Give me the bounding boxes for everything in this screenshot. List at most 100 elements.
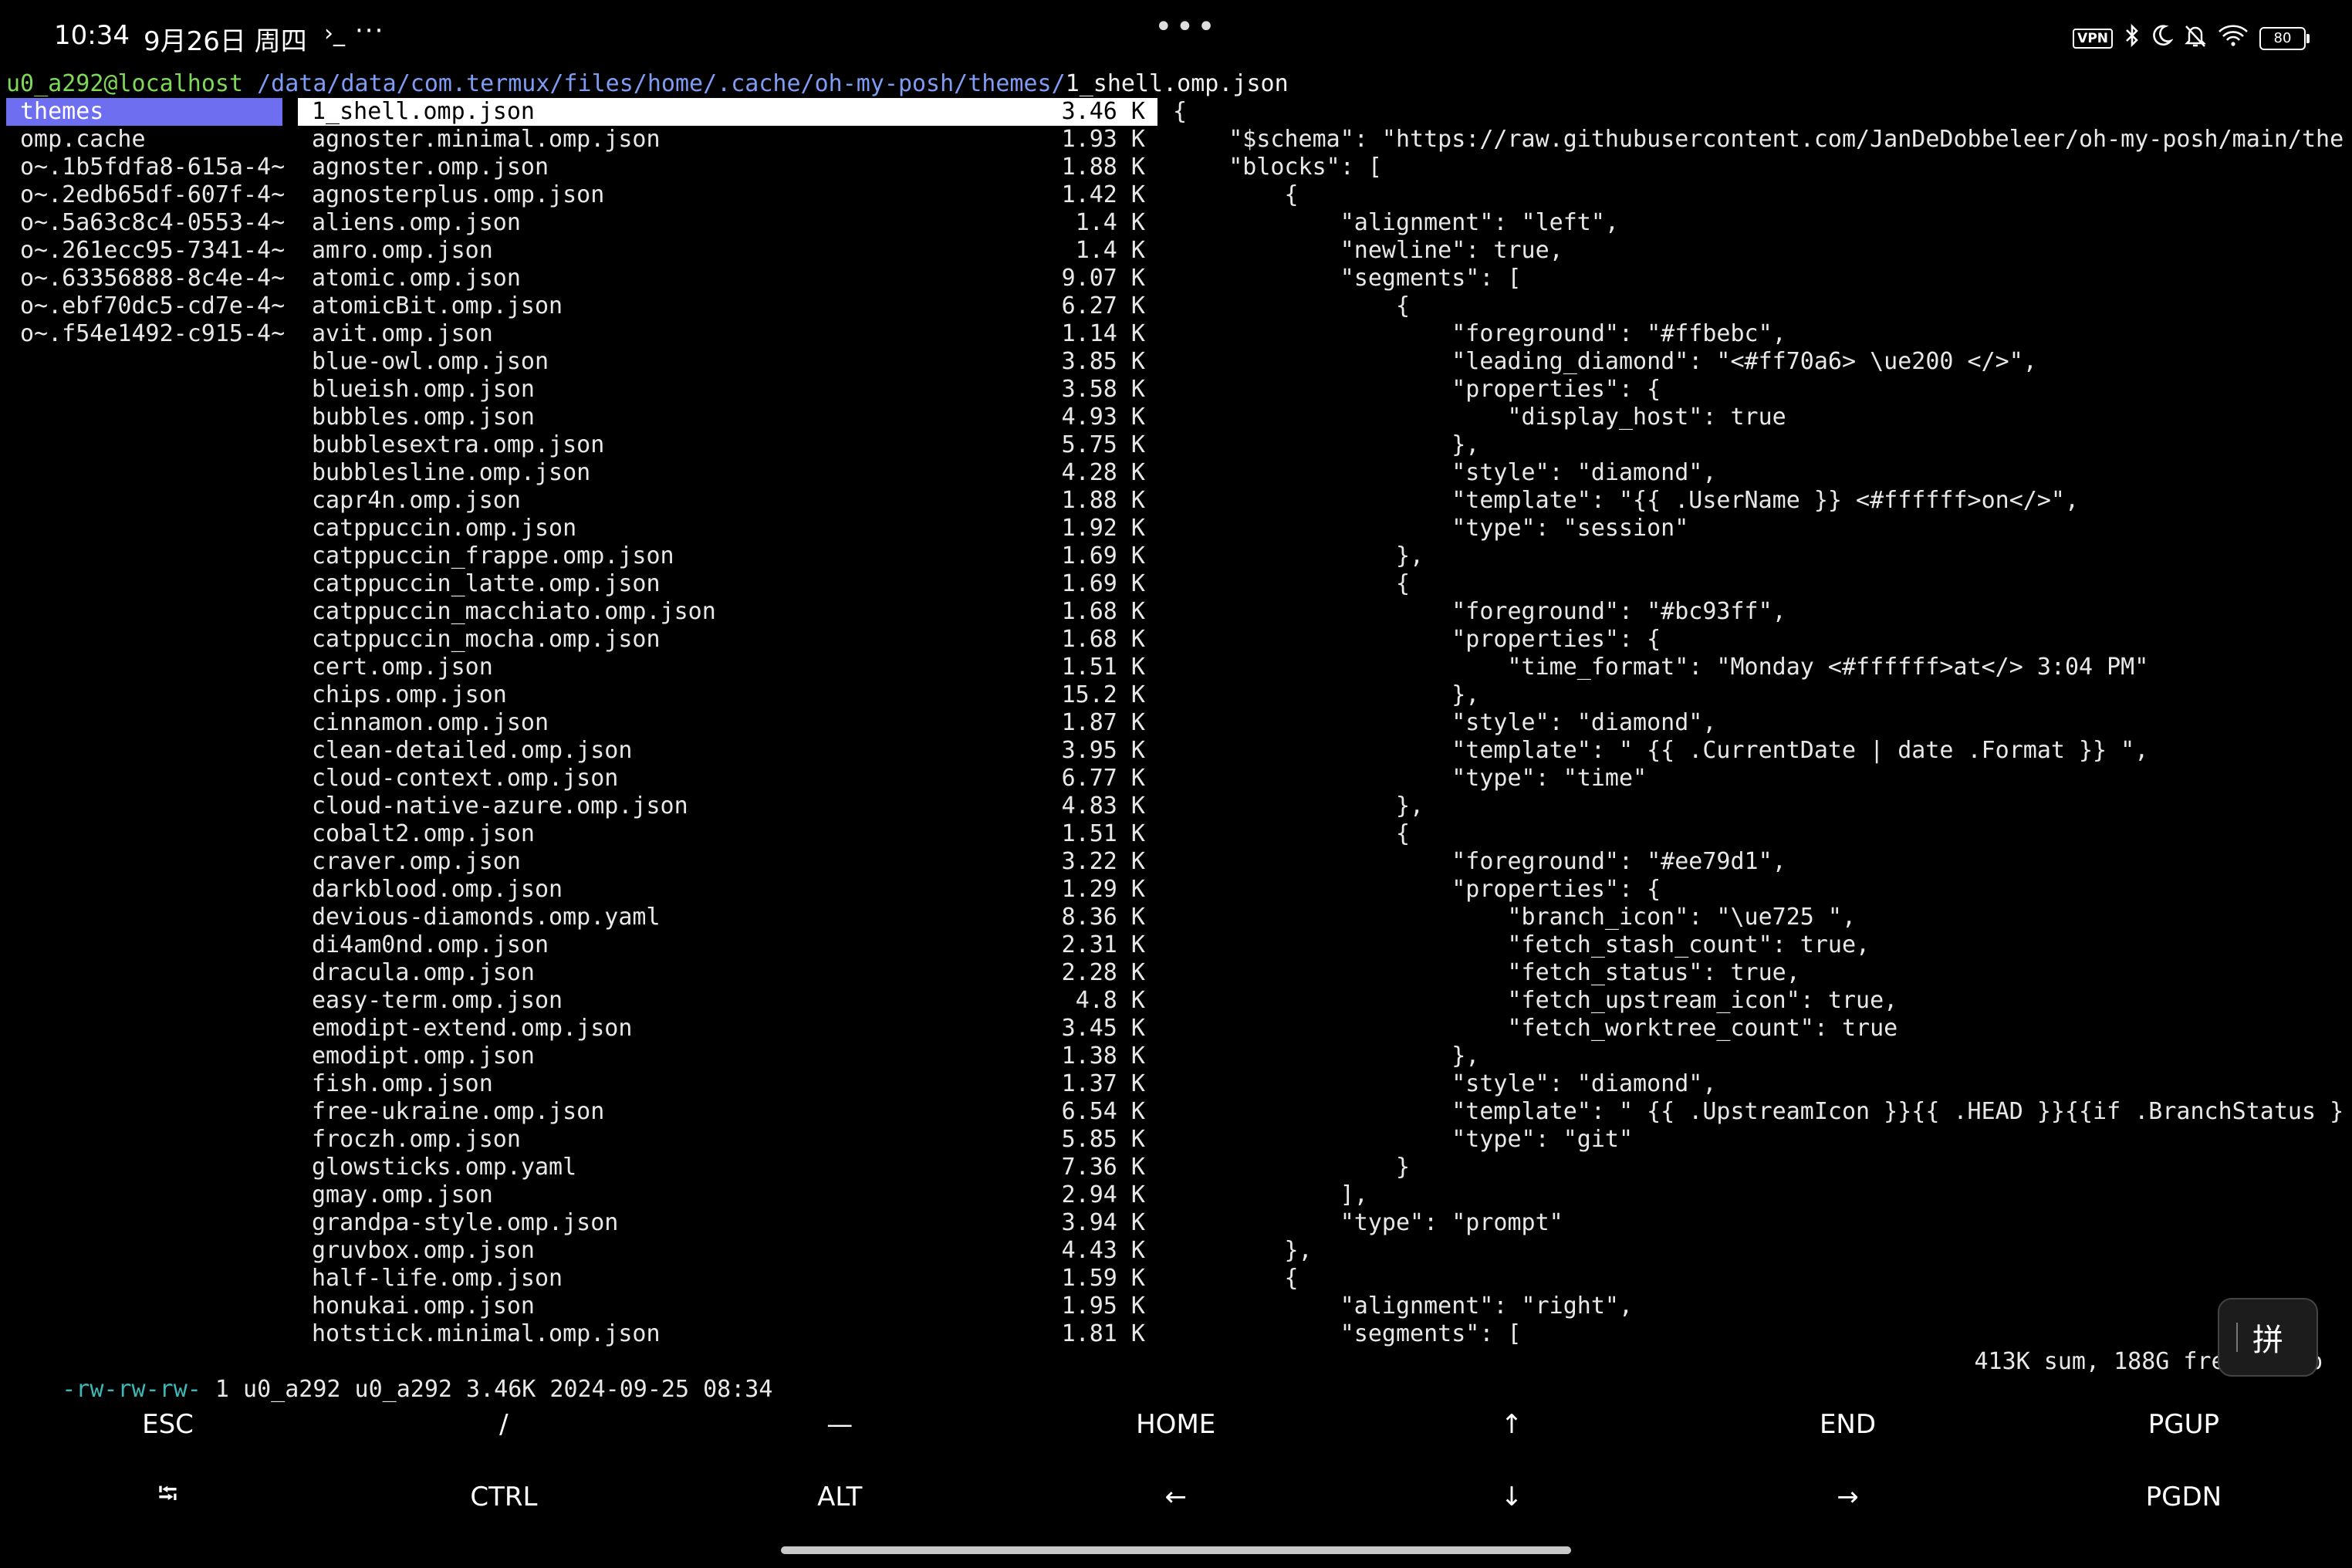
arrow-up-key[interactable]: ↑ [1344,1389,1680,1460]
file-row[interactable]: catppuccin.omp.json 1.92 K [298,515,1157,542]
file-row[interactable]: devious-diamonds.omp.yaml 8.36 K [298,904,1157,931]
parent-item[interactable]: o~.63356888-8c4e-4~ [6,265,285,292]
parent-item[interactable]: o~.f54e1492-c915-4~ [6,320,285,348]
file-name: darkblood.omp.json [312,876,563,903]
terminal-view[interactable]: u0_a292@localhost /data/data/com.termux/… [0,70,2352,1403]
file-row[interactable]: bubblesline.omp.json 4.28 K [298,459,1157,487]
file-row[interactable]: atomicBit.omp.json 6.27 K [298,292,1157,320]
file-size: 1.51 K [1061,654,1145,681]
file-row[interactable]: agnoster.minimal.omp.json 1.93 K [298,126,1157,154]
parent-item[interactable]: o~.5a63c8c4-0553-4~ [6,209,285,237]
file-row[interactable]: cobalt2.omp.json 1.51 K [298,820,1157,848]
file-row[interactable]: bubbles.omp.json 4.93 K [298,404,1157,431]
parent-item[interactable]: o~.1b5fdfa8-615a-4~ [6,154,285,181]
preview-line: "type": "session" [1173,515,1689,542]
parent-item[interactable]: o~.ebf70dc5-cd7e-4~ [6,292,285,320]
file-row[interactable]: cinnamon.omp.json 1.87 K [298,709,1157,737]
file-row[interactable]: cert.omp.json 1.51 K [298,654,1157,681]
window-handle-dots[interactable]: ••• [1154,9,1218,45]
home-key[interactable]: HOME [1008,1389,1343,1460]
preview-line: "style": "diamond", [1173,709,1717,736]
file-row[interactable]: craver.omp.json 3.22 K [298,848,1157,876]
date: 9月26日 周四 [144,26,307,57]
file-row[interactable]: atomic.omp.json 9.07 K [298,265,1157,292]
file-name: glowsticks.omp.yaml [312,1154,577,1181]
file-row[interactable]: emodipt.omp.json 1.38 K [298,1043,1157,1070]
file-row[interactable]: cloud-context.omp.json 6.77 K [298,765,1157,792]
file-row[interactable]: chips.omp.json 15.2 K [298,681,1157,709]
file-row[interactable]: amro.omp.json 1.4 K [298,237,1157,265]
home-indicator[interactable] [781,1546,1571,1554]
file-row[interactable]: honukai.omp.json 1.95 K [298,1293,1157,1320]
file-size: 1.68 K [1061,598,1145,625]
arrow-right-key[interactable]: → [1680,1462,2016,1533]
file-row[interactable]: froczh.omp.json 5.85 K [298,1126,1157,1154]
ctrl-key[interactable]: CTRL [336,1462,671,1533]
alt-key[interactable]: ALT [672,1462,1008,1533]
file-list-column: 1_shell.omp.json 3.46 Kagnoster.minimal.o… [298,98,1157,1348]
page-up-key[interactable]: PGUP [2016,1389,2351,1460]
tab-key[interactable]: ⭾ [0,1462,336,1533]
file-row[interactable]: di4am0nd.omp.json 2.31 K [298,931,1157,959]
file-row[interactable]: aliens.omp.json 1.4 K [298,209,1157,237]
file-size: 5.85 K [1061,1126,1145,1153]
file-row[interactable]: gruvbox.omp.json 4.43 K [298,1237,1157,1265]
parent-item[interactable]: o~.2edb65df-607f-4~ [6,181,285,209]
file-row[interactable]: dracula.omp.json 2.28 K [298,959,1157,987]
dash-key[interactable]: — [672,1389,1008,1460]
clock: 10:34 [54,20,130,51]
file-row[interactable]: half-life.omp.json 1.59 K [298,1265,1157,1293]
file-row[interactable]: catppuccin_macchiato.omp.json 1.68 K [298,598,1157,626]
file-row[interactable]: glowsticks.omp.yaml 7.36 K [298,1154,1157,1181]
parent-item-selected[interactable]: themes [6,98,282,126]
file-row[interactable]: grandpa-style.omp.json 3.94 K [298,1209,1157,1237]
end-key[interactable]: END [1680,1389,2016,1460]
file-row[interactable]: agnoster.omp.json 1.88 K [298,154,1157,181]
file-size: 3.85 K [1061,348,1145,375]
file-row[interactable]: cloud-native-azure.omp.json 4.83 K [298,792,1157,820]
file-size: 7.36 K [1061,1154,1145,1181]
arrow-left-key[interactable]: ← [1008,1462,1343,1533]
file-name: 1_shell.omp.json [312,98,535,125]
file-name: fish.omp.json [312,1070,493,1097]
file-name: catppuccin_latte.omp.json [312,570,661,597]
file-row[interactable]: free-ukraine.omp.json 6.54 K [298,1098,1157,1126]
preview-line: "newline": true, [1173,237,1563,264]
file-row[interactable]: easy-term.omp.json 4.8 K [298,987,1157,1015]
file-size: 6.77 K [1061,765,1145,792]
file-name: cloud-context.omp.json [312,765,619,792]
file-row[interactable]: catppuccin_latte.omp.json 1.69 K [298,570,1157,598]
esc-key[interactable]: ESC [0,1389,336,1460]
file-name: grandpa-style.omp.json [312,1209,619,1236]
file-size: 1.29 K [1061,876,1145,903]
file-row[interactable]: clean-detailed.omp.json 3.95 K [298,737,1157,765]
file-row[interactable]: catppuccin_mocha.omp.json 1.68 K [298,626,1157,654]
file-row[interactable]: bubblesextra.omp.json 5.75 K [298,431,1157,459]
ime-toggle-button[interactable]: 拼 [2218,1298,2318,1377]
file-row[interactable]: blueish.omp.json 3.58 K [298,376,1157,404]
file-row[interactable]: agnosterplus.omp.json 1.42 K [298,181,1157,209]
parent-item[interactable]: omp.cache [6,126,282,154]
preview-line: }, [1173,1237,1313,1264]
file-name: di4am0nd.omp.json [312,931,549,958]
file-row-selected[interactable]: 1_shell.omp.json 3.46 K [298,98,1157,126]
file-size: 1.68 K [1061,626,1145,653]
page-down-key[interactable]: PGDN [2016,1462,2351,1533]
file-row[interactable]: avit.omp.json 1.14 K [298,320,1157,348]
file-row[interactable]: emodipt-extend.omp.json 3.45 K [298,1015,1157,1043]
file-size: 1.51 K [1061,820,1145,847]
arrow-down-key[interactable]: ↓ [1344,1462,1680,1533]
file-row[interactable]: catppuccin_frappe.omp.json 1.69 K [298,542,1157,570]
parent-item[interactable]: o~.261ecc95-7341-4~ [6,237,285,265]
slash-key[interactable]: / [336,1389,671,1460]
preview-line: "properties": { [1173,626,1661,653]
file-row[interactable]: darkblood.omp.json 1.29 K [298,876,1157,904]
file-name: agnoster.minimal.omp.json [312,126,661,153]
preview-line: ], [1173,1181,1368,1208]
file-row[interactable]: blue-owl.omp.json 3.85 K [298,348,1157,376]
file-row[interactable]: fish.omp.json 1.37 K [298,1070,1157,1098]
file-row[interactable]: capr4n.omp.json 1.88 K [298,487,1157,515]
file-name: cinnamon.omp.json [312,709,549,736]
file-row[interactable]: gmay.omp.json 2.94 K [298,1181,1157,1209]
file-row[interactable]: hotstick.minimal.omp.json 1.81 K [298,1320,1157,1348]
